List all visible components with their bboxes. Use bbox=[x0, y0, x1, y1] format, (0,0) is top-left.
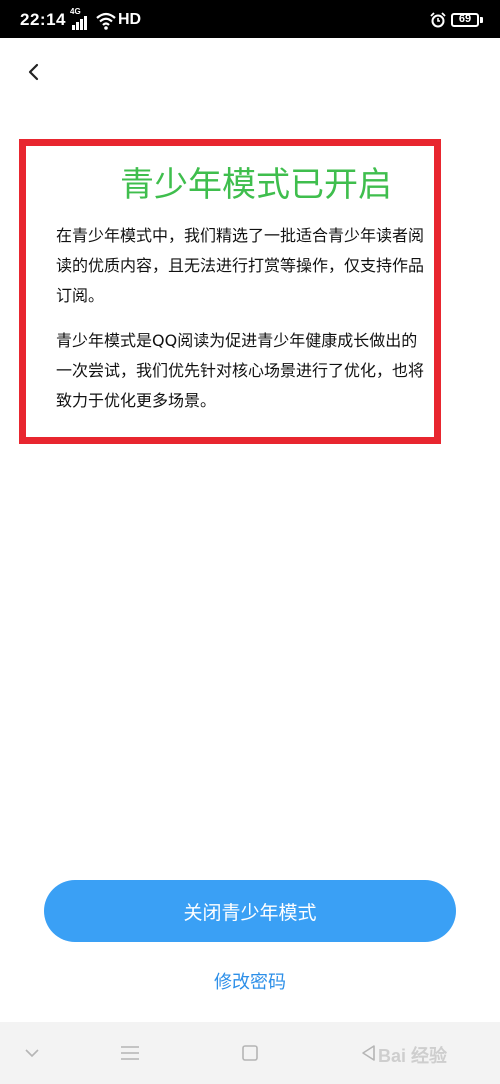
close-teen-mode-button[interactable]: 关闭青少年模式 bbox=[44, 880, 456, 942]
paragraph-line: 读的优质内容，且无法进行打赏等操作，仅支持作品 bbox=[56, 256, 425, 275]
notice-paragraph-1: 在青少年模式中，我们精选了一批适合青少年读者阅 读的优质内容，且无法进行打赏等操… bbox=[56, 221, 434, 311]
nav-menu-button[interactable] bbox=[117, 1040, 143, 1066]
menu-icon bbox=[121, 1046, 139, 1060]
paragraph-line: 青少年模式是QQ阅读为促进青少年健康成长做出的 bbox=[56, 331, 418, 350]
battery-icon: 69 bbox=[451, 13, 479, 27]
baidu-watermark: Bai 经验 bbox=[376, 1030, 496, 1074]
chevron-left-icon bbox=[28, 63, 39, 81]
battery-level: 69 bbox=[458, 13, 472, 25]
nav-collapse-button[interactable] bbox=[19, 1040, 45, 1066]
alarm-icon bbox=[430, 12, 446, 28]
watermark-text: Bai 经验 bbox=[378, 1046, 448, 1066]
wifi-icon bbox=[96, 12, 116, 30]
paragraph-line: 致力于优化更多场景。 bbox=[56, 391, 217, 410]
network-type: 4G bbox=[70, 7, 81, 16]
back-button[interactable] bbox=[18, 56, 50, 88]
paragraph-line: 在青少年模式中，我们精选了一批适合青少年读者阅 bbox=[56, 226, 425, 245]
notice-paragraph-2: 青少年模式是QQ阅读为促进青少年健康成长做出的 一次尝试，我们优先针对核心场景进… bbox=[56, 326, 434, 416]
signal-icon bbox=[72, 16, 90, 30]
paragraph-line: 订阅。 bbox=[56, 286, 105, 305]
battery-nub bbox=[480, 17, 483, 23]
hd-indicator: HD bbox=[118, 11, 142, 28]
notice-title: 青少年模式已开启 bbox=[120, 165, 392, 205]
nav-home-button[interactable] bbox=[237, 1040, 263, 1066]
change-password-link[interactable]: 修改密码 bbox=[150, 968, 350, 998]
home-square-icon bbox=[242, 1045, 258, 1061]
status-time: 22:14 bbox=[20, 10, 66, 29]
highlight-box: 青少年模式已开启 在青少年模式中，我们精选了一批适合青少年读者阅 读的优质内容，… bbox=[19, 139, 441, 444]
chevron-down-icon bbox=[25, 1049, 39, 1058]
status-bar: 22:14 4G HD 69 bbox=[0, 0, 500, 38]
paragraph-line: 一次尝试，我们优先针对核心场景进行了优化，也将 bbox=[56, 361, 425, 380]
